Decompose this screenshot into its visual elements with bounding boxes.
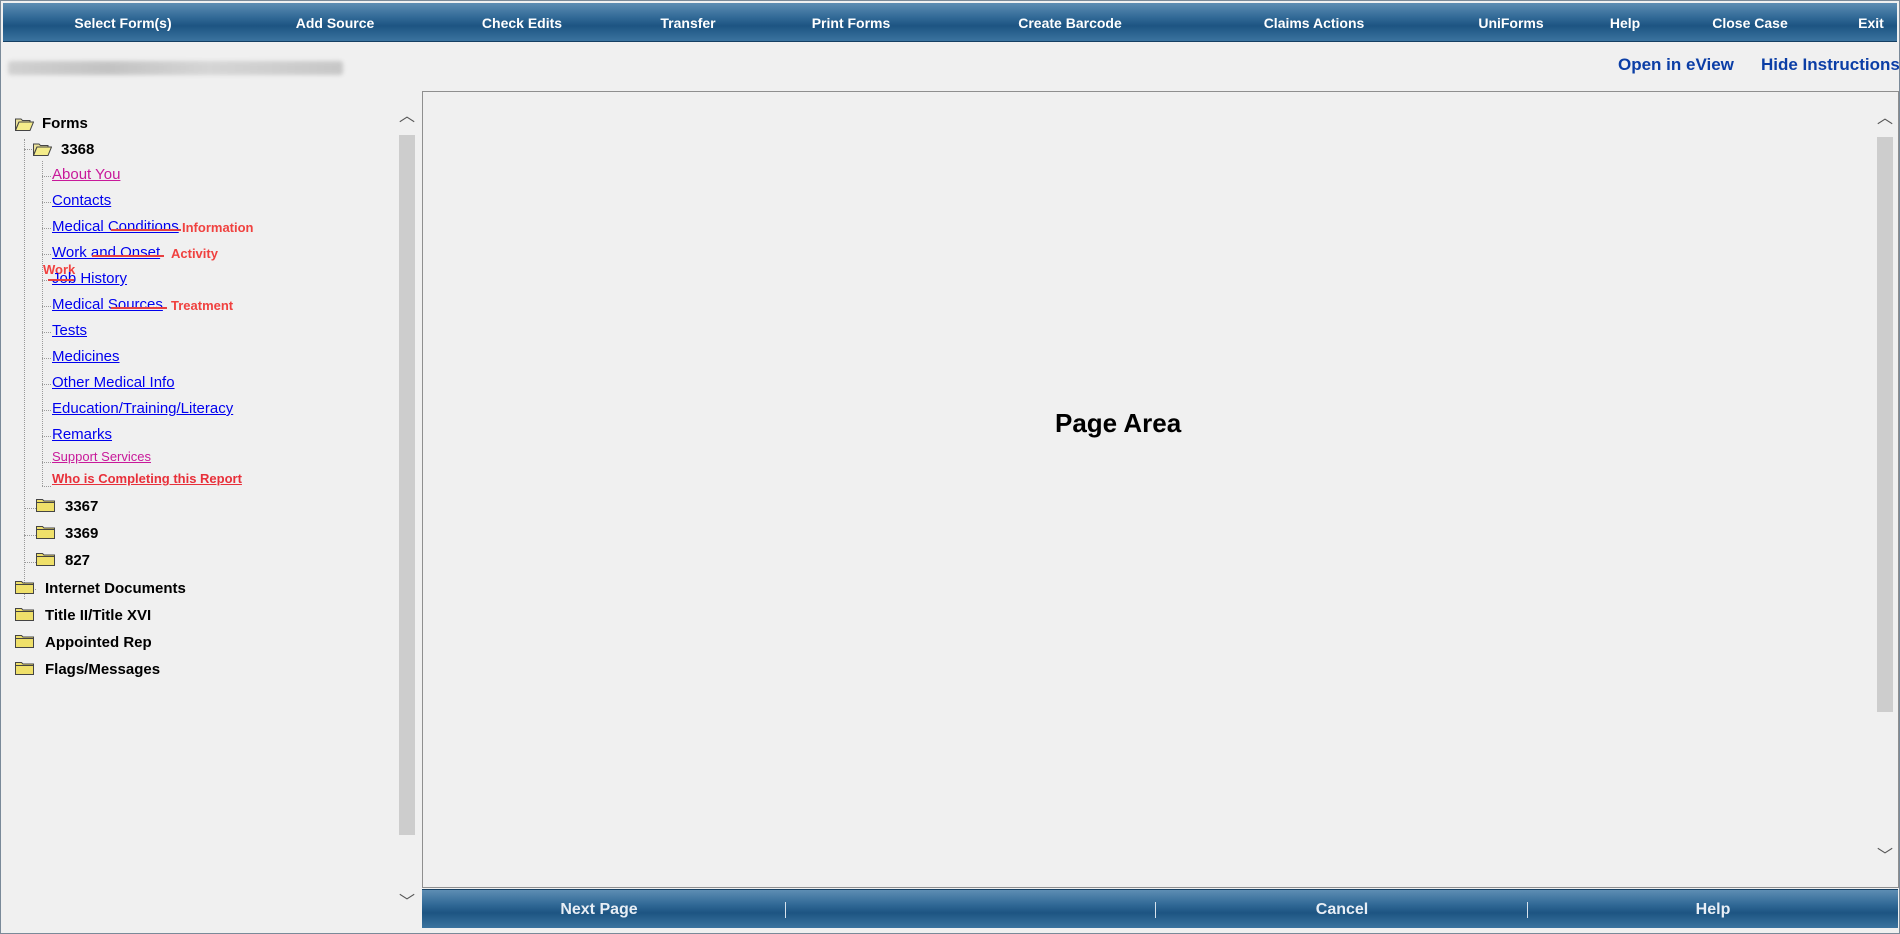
- folder-icon[interactable]: [15, 580, 34, 594]
- strikethrough-mark: [111, 307, 167, 309]
- top-menu-bar: Select Form(s) Add Source Check Edits Tr…: [3, 3, 1897, 42]
- scrollbar-track[interactable]: [1877, 137, 1893, 712]
- hide-instructions-link[interactable]: Hide Instructions: [1761, 55, 1899, 75]
- bar-separator: [785, 902, 786, 918]
- form-3367-label[interactable]: 3367: [65, 498, 98, 515]
- tree-line: [42, 358, 51, 359]
- scroll-up-icon[interactable]: ︿: [397, 107, 417, 127]
- app-window: Select Form(s) Add Source Check Edits Tr…: [0, 0, 1900, 934]
- menu-add-source[interactable]: Add Source: [296, 3, 375, 41]
- tree-link-contacts[interactable]: Contacts: [52, 192, 111, 209]
- folder-icon[interactable]: [15, 661, 34, 675]
- page-area-label: Page Area: [1055, 408, 1182, 438]
- scrollbar-track[interactable]: [399, 135, 415, 835]
- tree-line: [42, 462, 51, 463]
- tree-link-support-services[interactable]: Support Services: [52, 449, 151, 464]
- tree-line: [42, 332, 51, 333]
- forms-root-label[interactable]: Forms: [42, 115, 88, 132]
- folder-icon[interactable]: [15, 607, 34, 621]
- strikethrough-mark: [92, 255, 164, 257]
- tree-line: [24, 139, 25, 599]
- tree-line: [24, 535, 36, 536]
- folder-internet-documents[interactable]: Internet Documents: [45, 580, 186, 597]
- menu-claims-actions[interactable]: Claims Actions: [1264, 3, 1365, 41]
- page-scrollbar[interactable]: ︿ ﹀: [1875, 109, 1895, 869]
- tree-line: [42, 254, 51, 255]
- tree-line: [42, 384, 51, 385]
- next-page-button[interactable]: Next Page: [560, 890, 637, 928]
- tree-line: [24, 508, 36, 509]
- help-button[interactable]: Help: [1696, 890, 1731, 928]
- tree-line: [42, 228, 51, 229]
- tree-link-education-training-literacy[interactable]: Education/Training/Literacy: [52, 400, 233, 417]
- menu-close-case[interactable]: Close Case: [1712, 3, 1787, 41]
- menu-print-forms[interactable]: Print Forms: [812, 3, 891, 41]
- form-3369-label[interactable]: 3369: [65, 525, 98, 542]
- scroll-up-icon[interactable]: ︿: [1875, 109, 1895, 129]
- folder-title-ii-xvi[interactable]: Title II/Title XVI: [45, 607, 151, 624]
- open-folder-icon[interactable]: [33, 142, 52, 156]
- form-3368-label[interactable]: 3368: [61, 141, 94, 158]
- tree-link-other-medical-info[interactable]: Other Medical Info: [52, 374, 175, 391]
- folder-icon[interactable]: [36, 525, 55, 539]
- bar-separator: [1155, 902, 1156, 918]
- tree-link-tests[interactable]: Tests: [52, 322, 87, 339]
- tree-line: [42, 161, 43, 486]
- tree-link-remarks[interactable]: Remarks: [52, 426, 112, 443]
- page-area: [422, 91, 1899, 888]
- folder-icon[interactable]: [36, 498, 55, 512]
- forms-tree: Forms 3368 About You Contacts Medical Co…: [1, 105, 397, 925]
- tree-line: [42, 176, 51, 177]
- tree-line: [24, 562, 36, 563]
- scroll-down-icon[interactable]: ﹀: [1875, 847, 1895, 867]
- tree-link-about-you[interactable]: About You: [52, 166, 120, 183]
- tree-link-medical-sources[interactable]: Medical Sources: [52, 296, 163, 313]
- bar-separator: [1527, 902, 1528, 918]
- tree-link-medical-conditions[interactable]: Medical Conditions: [52, 218, 179, 235]
- folder-flags-messages[interactable]: Flags/Messages: [45, 661, 160, 678]
- menu-transfer[interactable]: Transfer: [660, 3, 715, 41]
- tree-link-work-and-onset[interactable]: Work and Onset: [52, 244, 160, 261]
- tree-link-medicines[interactable]: Medicines: [52, 348, 120, 365]
- menu-create-barcode[interactable]: Create Barcode: [1018, 3, 1122, 41]
- bottom-action-bar: Next Page Cancel Help: [422, 889, 1898, 928]
- tree-line: [42, 486, 51, 487]
- folder-icon[interactable]: [36, 552, 55, 566]
- menu-help[interactable]: Help: [1610, 3, 1640, 41]
- annotation-information: Information: [182, 220, 254, 235]
- menu-select-forms[interactable]: Select Form(s): [74, 3, 171, 41]
- strikethrough-mark: [111, 229, 181, 231]
- tree-line: [42, 306, 51, 307]
- folder-appointed-rep[interactable]: Appointed Rep: [45, 634, 152, 651]
- form-827-label[interactable]: 827: [65, 552, 90, 569]
- menu-exit[interactable]: Exit: [1858, 3, 1884, 41]
- tree-line: [42, 410, 51, 411]
- tree-scrollbar[interactable]: ︿ ﹀: [397, 107, 417, 921]
- cancel-button[interactable]: Cancel: [1316, 890, 1368, 928]
- folder-icon[interactable]: [15, 634, 34, 648]
- blurred-case-title: [8, 61, 343, 75]
- menu-uniforms[interactable]: UniForms: [1478, 3, 1543, 41]
- scroll-down-icon[interactable]: ﹀: [397, 893, 417, 913]
- tree-link-who-is-completing-report[interactable]: Who is Completing this Report: [52, 471, 242, 486]
- tree-line: [42, 202, 51, 203]
- open-folder-icon[interactable]: [15, 117, 34, 131]
- menu-check-edits[interactable]: Check Edits: [482, 3, 562, 41]
- open-in-eview-link[interactable]: Open in eView: [1618, 55, 1734, 75]
- tree-line: [42, 436, 51, 437]
- annotation-activity: Activity: [171, 246, 218, 261]
- strikethrough-mark: [48, 279, 74, 281]
- annotation-treatment: Treatment: [171, 298, 234, 313]
